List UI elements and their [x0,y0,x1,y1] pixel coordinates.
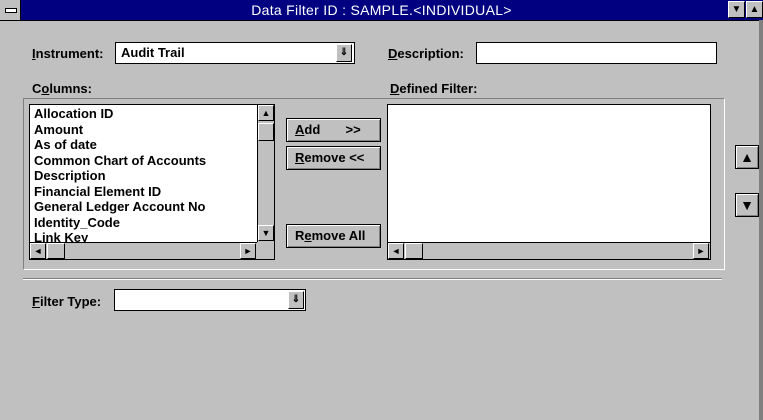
list-item[interactable]: As of date [30,137,256,153]
list-item[interactable]: Identity_Code [30,215,256,231]
list-item[interactable]: Allocation ID [30,106,256,122]
scroll-left-icon[interactable]: ◄ [30,243,46,259]
scroll-corner [257,242,274,259]
scroll-right-icon[interactable]: ► [240,243,256,259]
filter-type-dropdown[interactable]: ⇓ [114,289,306,311]
remove-button[interactable]: Remove << [286,146,381,170]
instrument-value: Audit Trail [121,45,185,60]
columns-horizontal-scrollbar[interactable]: ◄ ► [30,242,257,259]
instrument-dropdown[interactable]: Audit Trail ⇓ [115,42,355,64]
scroll-thumb[interactable] [47,243,65,259]
separator-highlight [23,279,722,280]
scroll-right-icon[interactable]: ► [693,243,709,259]
columns-vertical-scrollbar[interactable]: ▲ ▼ [257,105,274,243]
list-item[interactable]: General Ledger Account No [30,199,256,215]
scroll-thumb[interactable] [258,123,274,141]
description-label: Description: [388,46,464,61]
defined-filter-list[interactable]: ◄ ► [387,104,711,260]
scroll-up-icon[interactable]: ▲ [258,105,274,121]
move-up-button[interactable]: ▲ [735,145,759,169]
description-field[interactable] [476,42,717,64]
filter-type-label: Filter Type: [32,294,102,309]
remove-all-button[interactable]: Remove All [286,224,381,248]
chevron-down-icon[interactable]: ⇓ [336,44,352,62]
move-down-button[interactable]: ▼ [735,193,759,217]
list-item[interactable]: Description [30,168,256,184]
columns-list[interactable]: Allocation ID Amount As of date Common C… [29,104,275,260]
system-menu-icon[interactable] [0,0,21,20]
columns-label: Columns: [32,81,92,96]
instrument-label: Instrument: [32,46,104,61]
scroll-left-icon[interactable]: ◄ [388,243,404,259]
add-button[interactable]: Add >> [286,118,381,142]
maximize-button[interactable]: ▲ [746,1,763,18]
minimize-button[interactable]: ▼ [728,1,745,18]
scroll-thumb[interactable] [405,243,423,259]
window-title: Data Filter ID : SAMPLE.<INDIVIDUAL> [251,2,512,18]
chevron-down-icon[interactable]: ⇓ [288,291,304,309]
window-edge [759,20,763,420]
list-item[interactable]: Amount [30,122,256,138]
list-item[interactable]: Financial Element ID [30,184,256,200]
defined-filter-horizontal-scrollbar[interactable]: ◄ ► [388,242,710,259]
scroll-down-icon[interactable]: ▼ [258,225,274,241]
list-item[interactable]: Common Chart of Accounts [30,153,256,169]
columns-list-items: Allocation ID Amount As of date Common C… [30,106,256,246]
defined-filter-label: Defined Filter: [390,81,478,96]
